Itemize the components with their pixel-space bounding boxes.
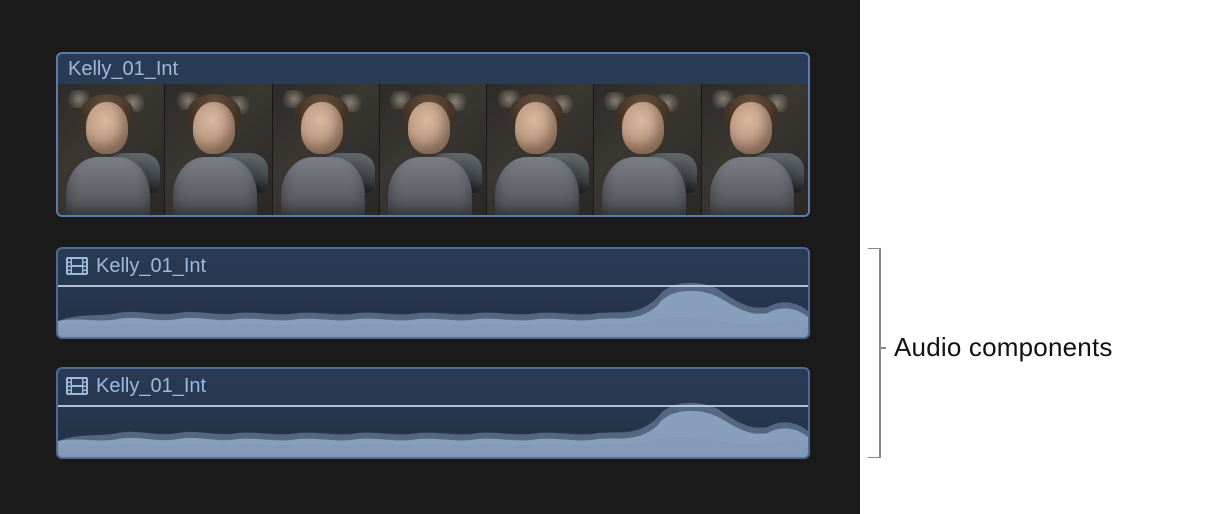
audio-waveform (58, 397, 808, 457)
filmstrip-icon (66, 257, 88, 275)
video-filmstrip (58, 84, 808, 215)
video-thumbnail (702, 84, 808, 215)
clip-title: Kelly_01_Int (58, 54, 808, 84)
timeline-area: Kelly_01_Int (0, 0, 860, 514)
audio-volume-line[interactable] (58, 285, 808, 287)
audio-component-2[interactable]: Kelly_01_Int (56, 367, 810, 459)
video-thumbnail (273, 84, 380, 215)
video-thumbnail (165, 84, 272, 215)
video-clip[interactable]: Kelly_01_Int (56, 52, 810, 217)
audio-volume-line[interactable] (58, 405, 808, 407)
video-thumbnail (58, 84, 165, 215)
video-thumbnail (487, 84, 594, 215)
video-thumbnail (594, 84, 701, 215)
audio-component-1[interactable]: Kelly_01_Int (56, 247, 810, 339)
audio-clip-label: Kelly_01_Int (96, 375, 206, 398)
filmstrip-icon (66, 377, 88, 395)
audio-clip-label: Kelly_01_Int (96, 255, 206, 278)
annotation-label: Audio components (894, 332, 1113, 363)
audio-waveform (58, 277, 808, 337)
video-thumbnail (380, 84, 487, 215)
annotation-bracket (866, 248, 886, 458)
